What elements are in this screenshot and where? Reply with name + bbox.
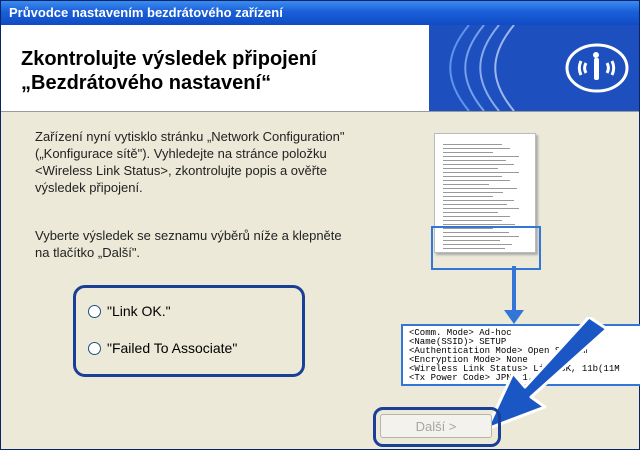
window-title: Průvodce nastavením bezdrátového zařízen… [9,5,283,20]
page-title-line2: „Bezdrátového nastavení“ [21,72,272,94]
instruction-paragraph: Zařízení nyní vytisklo stránku „Network … [35,128,385,196]
radio-button-icon[interactable] [88,304,101,318]
instruction-line: Zařízení nyní vytisklo stránku „Network … [35,129,345,144]
content-area: Zařízení nyní vytisklo stránku „Network … [1,112,640,449]
wizard-window: Průvodce nastavením bezdrátového zařízen… [0,0,640,450]
instruction-line: („Konfigurace sítě"). Vyhledejte na strá… [35,146,327,161]
next-button[interactable]: Další > [380,414,492,438]
wireless-logo-icon [429,25,639,111]
title-bar[interactable]: Průvodce nastavením bezdrátového zařízen… [1,1,639,25]
header-panel: Zkontrolujte výsledek připojení „Bezdrát… [1,25,639,112]
instruction-line: na tlačítko „Další". [35,245,141,260]
result-radio-group: "Link OK." "Failed To Associate" [73,285,305,377]
page-title-line1: Zkontrolujte výsledek připojení [21,48,317,70]
radio-link-ok[interactable]: "Link OK." [88,303,171,319]
instruction-line: Vyberte výsledek se seznamu výběrů níže … [35,228,342,243]
radio-label: "Failed To Associate" [107,340,238,356]
radio-failed-to-associate[interactable]: "Failed To Associate" [88,340,237,356]
report-highlight-box [431,226,541,270]
page-title: Zkontrolujte výsledek připojení „Bezdrát… [21,47,317,95]
selection-instruction: Vyberte výsledek se seznamu výběrů níže … [35,227,385,261]
instruction-line: <Wireless Link Status>, zkontrolujte pop… [35,163,327,178]
radio-button-icon[interactable] [88,341,101,355]
next-button-highlight: Další > [373,407,501,447]
radio-label: "Link OK." [107,303,171,319]
instruction-line: výsledek připojení. [35,180,143,195]
